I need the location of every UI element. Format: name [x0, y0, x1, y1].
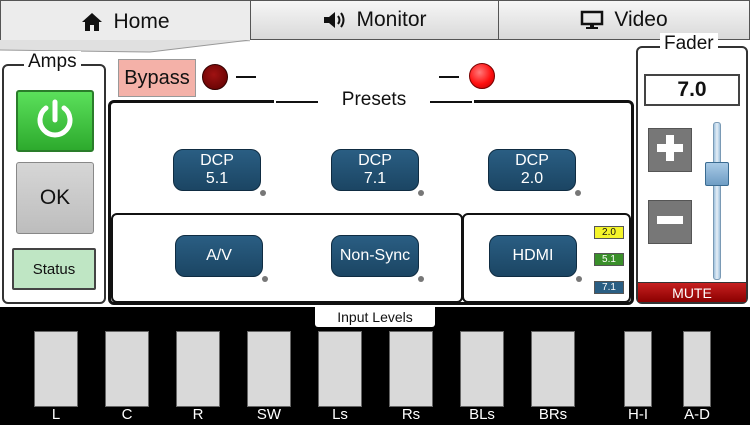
fader-slider-handle[interactable] [705, 162, 729, 187]
preset-av-label: A/V [206, 247, 232, 264]
preset-dcp-2-0-button[interactable]: DCP 2.0 [488, 149, 581, 196]
level-meter-c [105, 331, 149, 407]
plus-icon [655, 133, 685, 168]
fader-panel: Fader 7.0 MUTE [636, 33, 748, 304]
level-meter-h-i [624, 331, 652, 407]
level-meter-a-d [683, 331, 711, 407]
amp-status-button[interactable]: Status [12, 248, 96, 290]
amp-status-label: Status [32, 260, 76, 278]
level-label-ls: Ls [332, 406, 348, 423]
preset-non-sync-button[interactable]: Non-Sync [331, 235, 424, 282]
level-meter-sw [247, 331, 291, 407]
level-label-sw: SW [256, 406, 282, 423]
power-icon [34, 98, 76, 145]
amp-ok-button[interactable]: OK [16, 162, 94, 234]
level-meter-l [34, 331, 78, 407]
input-levels-panel: Input Levels L C R SW Ls Rs BLs BRs H-I A-D [0, 307, 750, 425]
tab-bar: Home Monitor Video [0, 0, 750, 42]
level-label-rs: Rs [401, 406, 421, 423]
preset-non-sync-label: Non-Sync [339, 247, 411, 264]
input-levels-title-text: Input Levels [337, 309, 413, 325]
presets-title: Presets [274, 89, 474, 111]
fader-slider-track[interactable] [713, 122, 721, 280]
level-meter-r [176, 331, 220, 407]
monitor-icon [580, 10, 604, 30]
amp-power-button[interactable] [16, 90, 94, 152]
tab-monitor[interactable]: Monitor [250, 0, 498, 40]
format-2-0-badge-label: 2.0 [602, 227, 616, 238]
level-meter-ls [318, 331, 362, 407]
preset-dcp-7-1-label: DCP 7.1 [358, 152, 392, 187]
indicator-dot [418, 276, 424, 282]
bypass-led-right [469, 63, 495, 89]
level-label-brs: BRs [538, 406, 568, 423]
level-label-bls: BLs [469, 406, 495, 423]
indicator-dot [262, 276, 268, 282]
fader-down-button[interactable] [648, 200, 692, 244]
format-5-1-badge: 5.1 [594, 253, 624, 266]
level-label-r: R [192, 406, 204, 423]
tab-monitor-label: Monitor [356, 8, 427, 31]
bypass-label: Bypass [124, 66, 190, 89]
indicator-dot [260, 190, 266, 196]
preset-dcp-5-1-button[interactable]: DCP 5.1 [173, 149, 266, 196]
preset-dcp-2-0-label: DCP 2.0 [515, 152, 549, 187]
format-2-0-badge: 2.0 [594, 226, 624, 239]
preset-hdmi-label: HDMI [512, 247, 554, 264]
bypass-button[interactable]: Bypass [118, 59, 196, 97]
mute-button[interactable]: MUTE [638, 282, 746, 302]
presets-hdmi-group: HDMI 2.0 5.1 7.1 [462, 213, 631, 303]
mute-label: MUTE [672, 284, 712, 301]
level-meter-brs [531, 331, 575, 407]
tab-video-label: Video [614, 8, 668, 31]
fader-value: 7.0 [677, 78, 707, 101]
speaker-icon [322, 10, 346, 30]
preset-dcp-5-1-label: DCP 5.1 [200, 152, 234, 187]
level-meter-rs [389, 331, 433, 407]
input-levels-title: Input Levels [315, 307, 435, 327]
level-label-a-d: A-D [684, 406, 710, 423]
home-icon [81, 12, 103, 32]
preset-dcp-7-1-button[interactable]: DCP 7.1 [331, 149, 424, 196]
level-label-c: C [121, 406, 133, 423]
tab-home-label: Home [113, 9, 170, 33]
amps-panel: Amps OK Status [2, 51, 106, 304]
fader-value-display: 7.0 [644, 74, 740, 106]
indicator-dot [575, 190, 581, 196]
tab-home[interactable]: Home [0, 0, 250, 42]
presets-panel: Presets DCP 5.1 DCP 7.1 DCP 2.0 A/V Non-… [108, 89, 634, 305]
preset-av-button[interactable]: A/V [175, 235, 268, 282]
amp-ok-label: OK [39, 186, 71, 209]
fader-title: Fader [660, 33, 718, 55]
presets-inputs-group: A/V Non-Sync [111, 213, 463, 303]
bypass-dash-right [439, 76, 459, 78]
minus-icon [655, 205, 685, 240]
amps-title: Amps [24, 51, 81, 73]
format-7-1-badge-label: 7.1 [602, 282, 616, 293]
bypass-dash-left [236, 76, 256, 78]
format-5-1-badge-label: 5.1 [602, 254, 616, 265]
fader-up-button[interactable] [648, 128, 692, 172]
indicator-dot [576, 276, 582, 282]
bypass-led-left [202, 64, 228, 90]
format-7-1-badge: 7.1 [594, 281, 624, 294]
level-label-h-i: H-I [628, 406, 648, 423]
level-meter-bls [460, 331, 504, 407]
indicator-dot [418, 190, 424, 196]
level-label-l: L [51, 406, 61, 423]
preset-hdmi-button[interactable]: HDMI [489, 235, 582, 282]
